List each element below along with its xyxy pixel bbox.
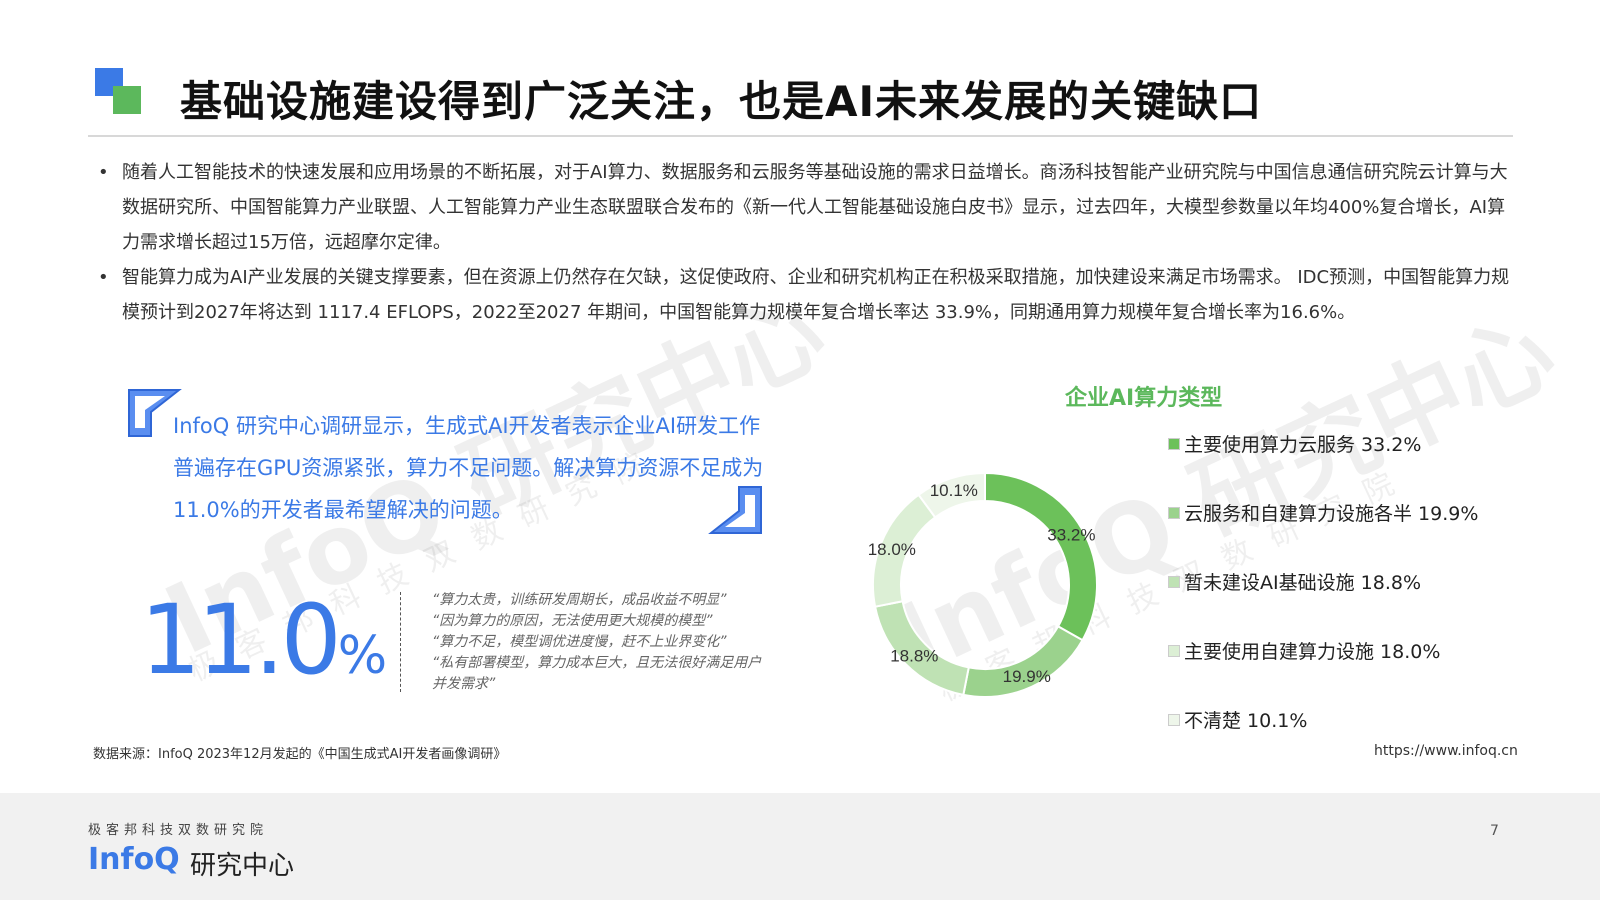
- legend-swatch: [1168, 713, 1180, 726]
- big-stat-unit: %: [337, 626, 388, 686]
- page-title: 基础设施建设得到广泛关注，也是AI未来发展的关键缺口: [180, 77, 1263, 126]
- quote-item: “私有部署模型，算力成本巨大，且无法很好满足用户并发需求”: [432, 655, 762, 692]
- bullet-text: 随着人工智能技术的快速发展和应用场景的不断拓展，对于AI算力、数据服务和云服务等…: [122, 162, 1508, 253]
- slice-data-label: 18.0%: [868, 540, 916, 559]
- big-stat-number: 11.0: [140, 584, 342, 696]
- footer-tagline: 极客邦科技双数研究院: [88, 823, 269, 838]
- logo-square-green: [113, 86, 141, 114]
- legend-swatch: [1168, 506, 1180, 519]
- quote-item: “算力太贵，训练研发周期长，成品收益不明显”: [432, 592, 727, 608]
- donut-slice: [962, 625, 1084, 698]
- quote-item: “因为算力的原因，无法使用更大规模的模型”: [432, 613, 713, 629]
- legend-label: 云服务和自建算力设施各半 19.9%: [1184, 503, 1479, 525]
- legend-swatch: [1168, 437, 1180, 450]
- legend-item: 暂未建设AI基础设施 18.8%: [1168, 568, 1421, 595]
- legend-label: 不清楚 10.1%: [1184, 710, 1308, 732]
- bullet-dot: •: [98, 267, 109, 288]
- data-source: 数据来源：InfoQ 2023年12月发起的《中国生成式AI开发者画像调研》: [93, 747, 507, 762]
- slice-data-label: 18.8%: [890, 647, 938, 666]
- bullet-dot: •: [98, 162, 109, 183]
- legend-label: 主要使用算力云服务 33.2%: [1184, 434, 1422, 456]
- slice-data-label: 10.1%: [930, 481, 978, 500]
- legend-swatch: [1168, 644, 1180, 657]
- legend-item: 云服务和自建算力设施各半 19.9%: [1168, 499, 1478, 526]
- bullet-list: • 随着人工智能技术的快速发展和应用场景的不断拓展，对于AI算力、数据服务和云服…: [98, 155, 1513, 330]
- site-url[interactable]: https://www.infoq.cn: [1374, 743, 1518, 759]
- quote-divider: [400, 592, 401, 692]
- legend-label: 主要使用自建算力设施 18.0%: [1184, 641, 1441, 663]
- legend-swatch: [1168, 575, 1180, 588]
- donut-chart: 33.2% 19.9% 18.8% 18.0% 10.1%: [868, 471, 1098, 698]
- big-stat: 11.0%: [140, 585, 387, 711]
- bullet-text: 智能算力成为AI产业发展的关键支撑要素，但在资源上仍然存在欠缺，这促使政府、企业…: [122, 267, 1510, 323]
- slice-data-label: 19.9%: [1003, 667, 1051, 686]
- quote-item: “算力不足，模型调优进度慢，赶不上业界变化”: [432, 634, 727, 650]
- legend-item: 主要使用算力云服务 33.2%: [1168, 430, 1421, 457]
- chart-title: 企业AI算力类型: [1065, 386, 1223, 411]
- page-number: 7: [1490, 823, 1499, 839]
- legend-label: 暂未建设AI基础设施 18.8%: [1184, 572, 1421, 594]
- quote-list: “算力太贵，训练研发周期长，成品收益不明显” “因为算力的原因，无法使用更大规模…: [432, 590, 762, 695]
- legend-item: 不清楚 10.1%: [1168, 706, 1307, 733]
- bullet-item: • 随着人工智能技术的快速发展和应用场景的不断拓展，对于AI算力、数据服务和云服…: [98, 155, 1513, 260]
- legend-item: 主要使用自建算力设施 18.0%: [1168, 637, 1440, 664]
- donut-slice: [984, 471, 1098, 642]
- bullet-item: • 智能算力成为AI产业发展的关键支撑要素，但在资源上仍然存在欠缺，这促使政府、…: [98, 260, 1513, 330]
- title-divider: [88, 135, 1513, 137]
- footer-logo: InfoQ: [88, 842, 180, 877]
- footer-logo-suffix: 研究中心: [190, 851, 295, 881]
- callout-text: InfoQ 研究中心调研显示，生成式AI开发者表示企业AI研发工作普遍存在GPU…: [173, 414, 764, 522]
- slice-data-label: 33.2%: [1047, 526, 1095, 545]
